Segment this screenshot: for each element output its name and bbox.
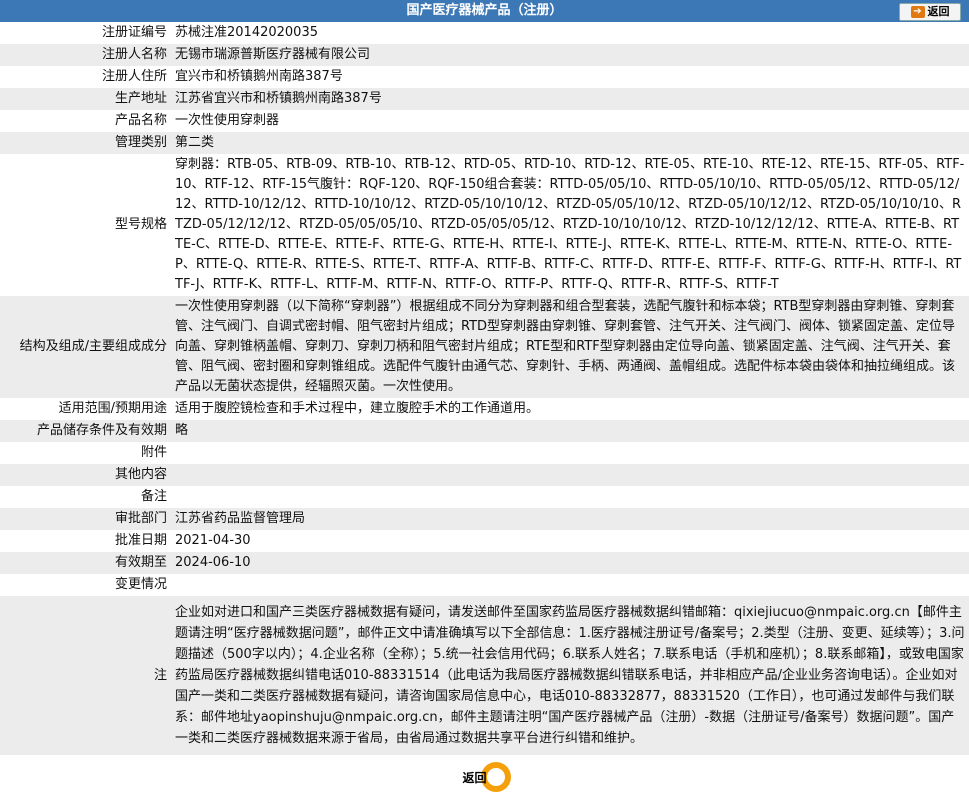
field-value: 2024-06-10	[172, 552, 969, 574]
field-value: 宜兴市和桥镇鹅州南路387号	[172, 66, 969, 88]
page-header: 国产医疗器械产品（注册） ➔ 返回	[0, 0, 969, 22]
field-label: 型号规格	[0, 154, 172, 296]
field-label: 结构及组成/主要组成成分	[0, 296, 172, 398]
field-label: 管理类别	[0, 132, 172, 154]
field-value: 2021-04-30	[172, 530, 969, 552]
field-value: 一次性使用穿刺器（以下简称“穿刺器”）根据组成不同分为穿刺器和组合型套装，选配气…	[172, 296, 969, 398]
table-row: 其他内容	[0, 464, 969, 486]
back-button-bottom[interactable]: 返回	[459, 762, 511, 792]
field-value: 第二类	[172, 132, 969, 154]
table-row: 注册证编号 苏械注准20142020035	[0, 22, 969, 44]
table-row: 产品名称 一次性使用穿刺器	[0, 110, 969, 132]
field-value: 穿刺器：RTB-05、RTB-09、RTB-10、RTB-12、RTD-05、R…	[172, 154, 969, 296]
table-row: 备注	[0, 486, 969, 508]
table-row: 变更情况	[0, 574, 969, 596]
page-title: 国产医疗器械产品（注册）	[406, 3, 563, 18]
table-row: 产品储存条件及有效期略	[0, 420, 969, 442]
table-row: 审批部门 江苏省药品监督管理局	[0, 508, 969, 530]
back-button-top-label: 返回	[927, 5, 950, 18]
field-label: 附件	[0, 442, 172, 464]
table-row: 附件	[0, 442, 969, 464]
field-value: 江苏省宜兴市和桥镇鹅州南路387号	[172, 88, 969, 110]
field-label: 产品储存条件及有效期	[0, 420, 172, 442]
field-label: 注册证编号	[0, 22, 172, 44]
field-label: 适用范围/预期用途	[0, 398, 172, 420]
note-text: 企业如对进口和国产三类医疗器械数据有疑问，请发送邮件至国家药监局医疗器械数据纠错…	[172, 596, 969, 755]
table-row: 管理类别 第二类	[0, 132, 969, 154]
field-label: 变更情况	[0, 574, 172, 596]
field-label: 生产地址	[0, 88, 172, 110]
back-button-bottom-label: 返回	[462, 771, 487, 785]
field-label: 注册人住所	[0, 66, 172, 88]
table-row: 生产地址 江苏省宜兴市和桥镇鹅州南路387号	[0, 88, 969, 110]
field-label: 有效期至	[0, 552, 172, 574]
field-label: 审批部门	[0, 508, 172, 530]
table-row: 有效期至 2024-06-10	[0, 552, 969, 574]
table-row: 适用范围/预期用途 适用于腹腔镜检查和手术过程中，建立腹腔手术的工作通道用。	[0, 398, 969, 420]
field-label: 批准日期	[0, 530, 172, 552]
note-label: 注	[0, 596, 172, 755]
field-value	[172, 464, 969, 486]
field-value: 略	[172, 420, 969, 442]
table-row: 型号规格 穿刺器：RTB-05、RTB-09、RTB-10、RTB-12、RTD-…	[0, 154, 969, 296]
field-label: 产品名称	[0, 110, 172, 132]
field-label: 其他内容	[0, 464, 172, 486]
field-value: 江苏省药品监督管理局	[172, 508, 969, 530]
table-row: 批准日期 2021-04-30	[0, 530, 969, 552]
field-value	[172, 442, 969, 464]
table-row: 结构及组成/主要组成成分 一次性使用穿刺器（以下简称“穿刺器”）根据组成不同分为穿…	[0, 296, 969, 398]
page-footer: 返回	[0, 755, 969, 799]
field-label: 备注	[0, 486, 172, 508]
field-value: 适用于腹腔镜检查和手术过程中，建立腹腔手术的工作通道用。	[172, 398, 969, 420]
product-detail-table: 注册证编号 苏械注准20142020035 注册人名称 无锡市瑞源普斯医疗器械有限公司…	[0, 22, 969, 755]
field-value: 无锡市瑞源普斯医疗器械有限公司	[172, 44, 969, 66]
field-label: 注册人名称	[0, 44, 172, 66]
table-row: 注册人名称 无锡市瑞源普斯医疗器械有限公司	[0, 44, 969, 66]
back-button-top[interactable]: ➔ 返回	[899, 3, 961, 21]
field-value: 一次性使用穿刺器	[172, 110, 969, 132]
table-row-note: 注企业如对进口和国产三类医疗器械数据有疑问，请发送邮件至国家药监局医疗器械数据纠…	[0, 596, 969, 755]
field-value	[172, 486, 969, 508]
table-row: 注册人住所 宜兴市和桥镇鹅州南路387号	[0, 66, 969, 88]
back-arrow-icon: ➔	[910, 6, 925, 18]
field-value	[172, 574, 969, 596]
field-value: 苏械注准20142020035	[172, 22, 969, 44]
